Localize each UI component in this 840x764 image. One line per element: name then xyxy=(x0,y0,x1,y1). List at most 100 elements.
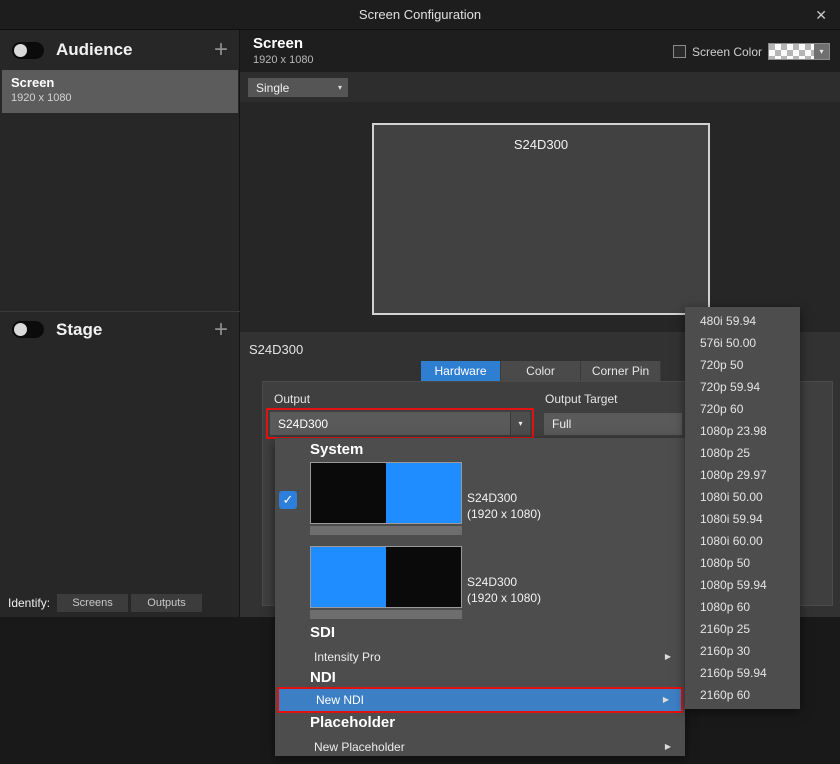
secondary-display-icon xyxy=(311,463,386,523)
tab-hardware[interactable]: Hardware xyxy=(421,361,501,381)
screen-color-checkbox[interactable] xyxy=(673,45,686,58)
screen-color-swatch[interactable]: ▾ xyxy=(768,43,830,60)
screen-item-name: Screen xyxy=(11,75,229,90)
output-target-label: Output Target xyxy=(545,392,618,406)
sidebar-item-screen[interactable]: Screen 1920 x 1080 xyxy=(2,70,238,113)
display-thumbnail xyxy=(310,546,462,619)
toggle-knob-icon xyxy=(14,323,27,336)
display-thumbnail xyxy=(310,462,462,535)
menu-section-sdi: SDI xyxy=(310,624,335,641)
add-audience-screen-button[interactable]: + xyxy=(214,40,228,60)
submenu-item-resolution[interactable]: 2160p 30 xyxy=(685,640,800,662)
check-icon: ✓ xyxy=(279,491,297,509)
output-label: Output xyxy=(274,392,310,406)
submenu-item-resolution[interactable]: 480i 59.94 xyxy=(685,310,800,332)
identify-row: Identify: Screens Outputs xyxy=(0,592,240,614)
display-labels: S24D300 (1920 x 1080) xyxy=(467,490,541,522)
identify-outputs-button[interactable]: Outputs xyxy=(131,594,202,612)
audience-section-header: Audience + xyxy=(0,30,240,70)
submenu-arrow-icon: ▶ xyxy=(665,736,671,758)
identify-label: Identify: xyxy=(8,596,50,610)
menu-item-label: New NDI xyxy=(316,693,364,707)
submenu-item-resolution[interactable]: 1080p 59.94 xyxy=(685,574,800,596)
window-title: Screen Configuration xyxy=(359,7,481,22)
output-dropdown-value: S24D300 xyxy=(278,417,328,431)
display-bar-icon xyxy=(310,610,462,619)
layout-mode-dropdown[interactable]: Single ▾ xyxy=(248,78,348,97)
output-target-dropdown[interactable]: Full xyxy=(544,413,682,435)
screen-item-resolution: 1920 x 1080 xyxy=(11,92,229,104)
stage-toggle[interactable] xyxy=(12,321,44,338)
menu-item-label: Intensity Pro xyxy=(314,650,381,664)
menu-item-new-ndi[interactable]: New NDI ▶ xyxy=(279,689,681,711)
tab-corner-pin[interactable]: Corner Pin xyxy=(581,361,661,381)
menu-item-intensity-pro[interactable]: Intensity Pro ▶ xyxy=(277,646,683,668)
submenu-item-resolution[interactable]: 720p 50 xyxy=(685,354,800,376)
display-resolution: (1920 x 1080) xyxy=(467,590,541,606)
output-dropdown[interactable]: S24D300 ▾ xyxy=(270,412,530,435)
identify-screens-button[interactable]: Screens xyxy=(57,594,128,612)
menu-item-label: New Placeholder xyxy=(314,740,405,754)
selected-display-icon xyxy=(311,547,386,607)
submenu-item-resolution[interactable]: 1080i 50.00 xyxy=(685,486,800,508)
display-name: S24D300 xyxy=(467,574,541,590)
submenu-item-resolution[interactable]: 1080p 29.97 xyxy=(685,464,800,486)
submenu-item-resolution[interactable]: 2160p 25 xyxy=(685,618,800,640)
display-name: S24D300 xyxy=(467,490,541,506)
submenu-item-resolution[interactable]: 720p 59.94 xyxy=(685,376,800,398)
submenu-item-resolution[interactable]: 1080i 60.00 xyxy=(685,530,800,552)
menu-section-system: System xyxy=(310,441,363,458)
transparency-checker-icon xyxy=(769,44,814,59)
resolution-submenu: 480i 59.94 576i 50.00 720p 50 720p 59.94… xyxy=(685,307,800,709)
submenu-item-resolution[interactable]: 2160p 59.94 xyxy=(685,662,800,684)
monitor-preview[interactable]: S24D300 xyxy=(372,123,710,315)
menu-item-system-display-1[interactable]: ✓ S24D300 (1920 x 1080) xyxy=(275,458,685,542)
monitor-name: S24D300 xyxy=(514,137,568,152)
menu-item-system-display-2[interactable]: S24D300 (1920 x 1080) xyxy=(275,542,685,626)
config-title: S24D300 xyxy=(249,342,303,357)
layout-mode-value: Single xyxy=(256,81,289,95)
add-stage-screen-button[interactable]: + xyxy=(214,320,228,340)
chevron-down-icon: ▾ xyxy=(510,412,530,435)
screen-color-group: Screen Color ▾ xyxy=(673,43,830,60)
display-labels: S24D300 (1920 x 1080) xyxy=(467,574,541,606)
submenu-arrow-icon: ▶ xyxy=(663,689,669,711)
output-dropdown-menu: System ✓ S24D300 (1920 x 1080) xyxy=(275,438,685,756)
audience-toggle[interactable] xyxy=(12,42,44,59)
submenu-item-resolution[interactable]: 720p 60 xyxy=(685,398,800,420)
screen-header: Screen 1920 x 1080 Screen Color ▾ xyxy=(240,30,840,72)
submenu-item-resolution[interactable]: 1080p 23.98 xyxy=(685,420,800,442)
submenu-item-resolution[interactable]: 576i 50.00 xyxy=(685,332,800,354)
display-resolution: (1920 x 1080) xyxy=(467,506,541,522)
display-bar-icon xyxy=(310,526,462,535)
tab-color[interactable]: Color xyxy=(501,361,581,381)
output-target-value: Full xyxy=(552,417,571,431)
screen-title: Screen xyxy=(253,35,303,52)
audience-label: Audience xyxy=(56,40,133,60)
secondary-display-icon xyxy=(386,547,461,607)
toggle-knob-icon xyxy=(14,44,27,57)
screen-toolbar: Single ▾ xyxy=(240,72,840,102)
submenu-item-resolution[interactable]: 1080p 60 xyxy=(685,596,800,618)
submenu-item-resolution[interactable]: 1080i 59.94 xyxy=(685,508,800,530)
menu-section-ndi: NDI xyxy=(310,669,336,686)
screen-resolution: 1920 x 1080 xyxy=(253,54,314,66)
screen-color-label: Screen Color xyxy=(692,45,762,59)
chevron-down-icon: ▾ xyxy=(338,83,342,92)
menu-item-new-placeholder[interactable]: New Placeholder ▶ xyxy=(277,736,683,758)
menu-section-placeholder: Placeholder xyxy=(310,714,395,731)
submenu-item-resolution[interactable]: 1080p 25 xyxy=(685,442,800,464)
submenu-item-resolution[interactable]: 1080p 50 xyxy=(685,552,800,574)
chevron-down-icon: ▾ xyxy=(814,44,829,59)
selected-display-icon xyxy=(386,463,461,523)
title-bar: Screen Configuration ✕ xyxy=(0,0,840,30)
stage-section-header: Stage + xyxy=(0,311,240,347)
submenu-arrow-icon: ▶ xyxy=(665,646,671,668)
display-arrangement-icon xyxy=(310,462,462,524)
screen-preview-area: S24D300 xyxy=(240,102,840,332)
close-icon[interactable]: ✕ xyxy=(815,0,827,30)
submenu-item-resolution[interactable]: 2160p 60 xyxy=(685,684,800,706)
stage-label: Stage xyxy=(56,320,102,340)
display-arrangement-icon xyxy=(310,546,462,608)
config-tabs: Hardware Color Corner Pin xyxy=(421,361,661,381)
